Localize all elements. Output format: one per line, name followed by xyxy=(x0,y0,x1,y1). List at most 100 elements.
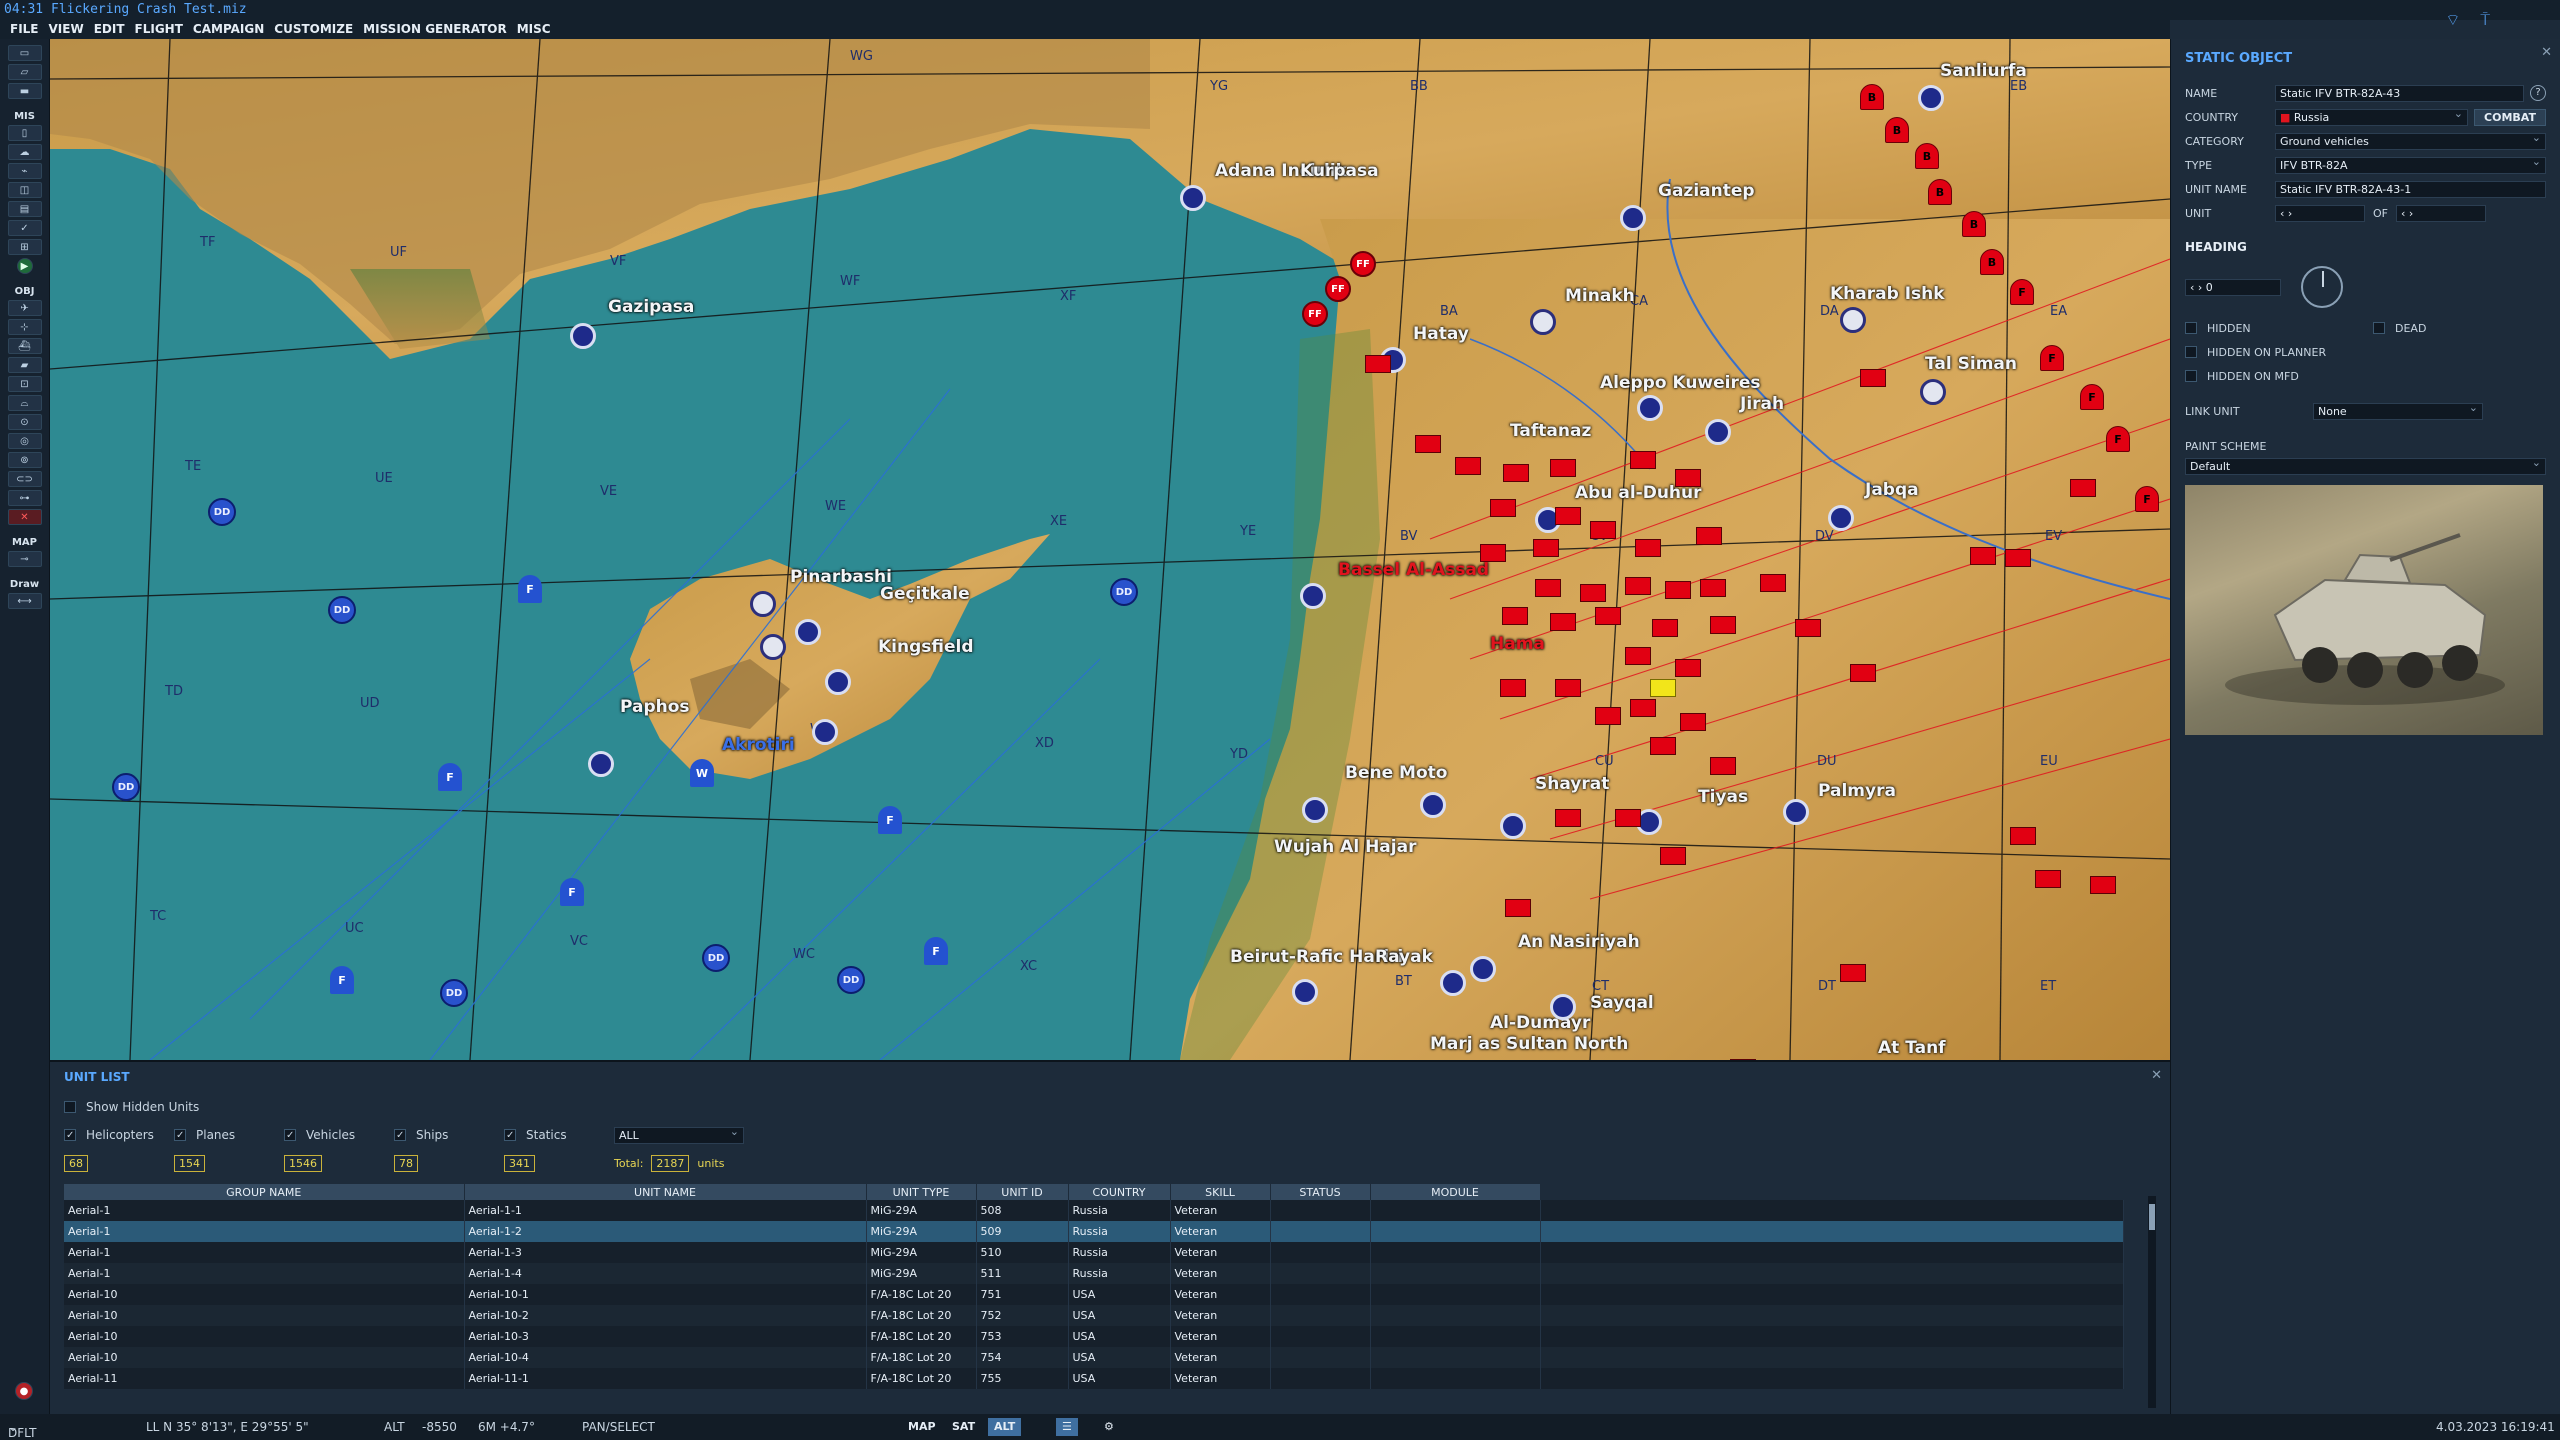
link-unit-select[interactable]: None xyxy=(2313,400,2483,420)
red-ground-unit[interactable] xyxy=(1502,607,1528,625)
airfield-marker[interactable] xyxy=(1500,813,1526,839)
red-ground-unit[interactable] xyxy=(1635,539,1661,557)
coalition-select[interactable]: ALL xyxy=(614,1124,744,1144)
blue-air-unit[interactable]: F xyxy=(518,575,542,603)
unit-count-stepper[interactable]: ‹ › xyxy=(2396,204,2486,222)
red-ground-unit[interactable] xyxy=(1365,355,1391,373)
airfield-marker[interactable] xyxy=(1920,379,1946,405)
filter-vehicles[interactable]: Vehicles xyxy=(284,1128,394,1142)
blue-air-unit[interactable]: F xyxy=(438,763,462,791)
red-ground-unit[interactable] xyxy=(1710,757,1736,775)
table-row[interactable]: Aerial-1 Aerial-1-1 MiG-29A 508 Russia Vetera… xyxy=(64,1200,2124,1221)
menu-mission-generator[interactable]: MISSION GENERATOR xyxy=(363,20,507,39)
red-air-unit[interactable]: FF xyxy=(1302,301,1328,327)
red-ground-unit[interactable] xyxy=(1760,574,1786,592)
blue-air-unit[interactable]: W xyxy=(690,759,714,787)
table-row[interactable]: Aerial-10 Aerial-10-3 F/A-18C Lot 20 753 USA… xyxy=(64,1326,2124,1347)
red-ground-unit[interactable] xyxy=(1665,581,1691,599)
table-row[interactable]: Aerial-1 Aerial-1-4 MiG-29A 511 Russia Vetera… xyxy=(64,1263,2124,1284)
category-select[interactable]: Ground vehicles xyxy=(2275,130,2546,150)
triggers-icon[interactable]: ◫ xyxy=(7,182,42,198)
red-ground-unit[interactable] xyxy=(1700,579,1726,597)
blue-ship-unit[interactable]: DD xyxy=(837,966,865,994)
type-select[interactable]: IFV BTR-82A xyxy=(2275,154,2546,174)
airfield-marker[interactable] xyxy=(1620,205,1646,231)
red-ground-unit[interactable] xyxy=(1860,369,1886,387)
red-ground-unit[interactable] xyxy=(1675,659,1701,677)
table-row[interactable]: Aerial-11 Aerial-11-1 F/A-18C Lot 20 755 USA… xyxy=(64,1368,2124,1389)
table-row[interactable]: Aerial-1 Aerial-1-2 MiG-29A 509 Russia Vetera… xyxy=(64,1221,2124,1242)
red-ground-unit[interactable] xyxy=(1595,707,1621,725)
column-header[interactable]: UNIT NAME xyxy=(464,1184,867,1200)
red-ground-unit[interactable] xyxy=(1415,435,1441,453)
airfield-marker[interactable] xyxy=(750,591,776,617)
map-view-button[interactable]: MAP xyxy=(902,1418,942,1436)
map-view[interactable]: WG YG BB EB UF TF VF WF XF TE UE VE WE X… xyxy=(50,39,2170,1060)
blue-ship-unit[interactable]: DD xyxy=(208,498,236,526)
blue-air-unit[interactable]: F xyxy=(878,806,902,834)
airfield-marker[interactable] xyxy=(1302,797,1328,823)
red-ground-unit[interactable] xyxy=(2010,827,2036,845)
add-static-icon[interactable]: ⊡ xyxy=(7,376,42,392)
red-sam-unit[interactable]: B xyxy=(1962,211,1986,237)
hidden-planner-checkbox[interactable] xyxy=(2185,346,2197,358)
red-ground-unit[interactable] xyxy=(2005,549,2031,567)
airfield-marker[interactable] xyxy=(1705,419,1731,445)
add-nav-point-icon[interactable]: ◎ xyxy=(7,433,42,449)
menu-file[interactable]: FILE xyxy=(10,20,39,39)
scrollbar-thumb[interactable] xyxy=(2149,1204,2155,1230)
red-ground-unit[interactable] xyxy=(1595,607,1621,625)
country-select[interactable]: ■ Russia xyxy=(2275,106,2468,126)
blue-air-unit[interactable]: F xyxy=(330,966,354,994)
red-sam-unit[interactable]: B xyxy=(1860,84,1884,110)
menu-edit[interactable]: EDIT xyxy=(94,20,125,39)
airfield-marker[interactable] xyxy=(795,619,821,645)
airfield-marker[interactable] xyxy=(1550,994,1576,1020)
settings-icon[interactable]: ⚙ xyxy=(1098,1418,1120,1436)
menu-flight[interactable]: FLIGHT xyxy=(135,20,183,39)
add-template-icon[interactable]: ⌓ xyxy=(7,395,42,411)
airfield-marker[interactable] xyxy=(1530,309,1556,335)
add-airfield-icon[interactable]: ⊶ xyxy=(7,490,42,506)
airfield-marker[interactable] xyxy=(1300,583,1326,609)
red-ground-unit[interactable] xyxy=(1650,737,1676,755)
column-header[interactable]: UNIT TYPE xyxy=(866,1184,977,1200)
blue-ship-unit[interactable]: DD xyxy=(112,773,140,801)
red-ground-unit[interactable] xyxy=(1550,459,1576,477)
red-ground-unit[interactable] xyxy=(1840,964,1866,982)
column-header[interactable]: GROUP NAME xyxy=(64,1184,465,1200)
blue-air-unit[interactable]: F xyxy=(560,878,584,906)
airfield-marker[interactable] xyxy=(588,751,614,777)
table-row[interactable]: Aerial-10 Aerial-10-2 F/A-18C Lot 20 752 USA… xyxy=(64,1305,2124,1326)
goals-icon[interactable]: ⌁ xyxy=(7,163,42,179)
red-sam-unit[interactable]: F xyxy=(2080,384,2104,410)
red-ground-unit[interactable] xyxy=(1550,613,1576,631)
blue-ship-unit[interactable]: DD xyxy=(1110,578,1138,606)
menu-misc[interactable]: MISC xyxy=(517,20,551,39)
add-zone-icon[interactable]: ⊙ xyxy=(7,414,42,430)
planes-checkbox[interactable] xyxy=(174,1129,186,1141)
red-ground-unit[interactable] xyxy=(1696,527,1722,545)
help-icon[interactable]: ? xyxy=(2530,85,2546,101)
airfield-marker[interactable] xyxy=(1180,185,1206,211)
airfield-marker[interactable] xyxy=(1420,792,1446,818)
red-air-unit[interactable]: FF xyxy=(1350,251,1376,277)
red-sam-unit[interactable]: F xyxy=(2135,486,2159,512)
column-header[interactable]: UNIT ID xyxy=(976,1184,1069,1200)
airfield-marker[interactable] xyxy=(1783,799,1809,825)
hidden-mfd-checkbox[interactable] xyxy=(2185,370,2197,382)
red-ground-unit[interactable] xyxy=(1630,699,1656,717)
statics-checkbox[interactable] xyxy=(504,1129,516,1141)
filter-ships[interactable]: Ships xyxy=(394,1128,504,1142)
red-ground-unit[interactable] xyxy=(1680,713,1706,731)
red-ground-unit[interactable] xyxy=(2090,876,2116,894)
airfield-marker[interactable] xyxy=(1840,307,1866,333)
blue-air-unit[interactable]: F xyxy=(924,937,948,965)
red-ground-unit[interactable] xyxy=(1533,539,1559,557)
airfield-marker[interactable] xyxy=(1637,395,1663,421)
airfield-marker[interactable] xyxy=(1828,505,1854,531)
combat-button[interactable]: COMBAT xyxy=(2474,108,2546,126)
red-ground-unit[interactable] xyxy=(1615,809,1641,827)
red-sam-unit[interactable]: B xyxy=(1980,249,2004,275)
paint-scheme-select[interactable]: Default xyxy=(2185,455,2546,475)
